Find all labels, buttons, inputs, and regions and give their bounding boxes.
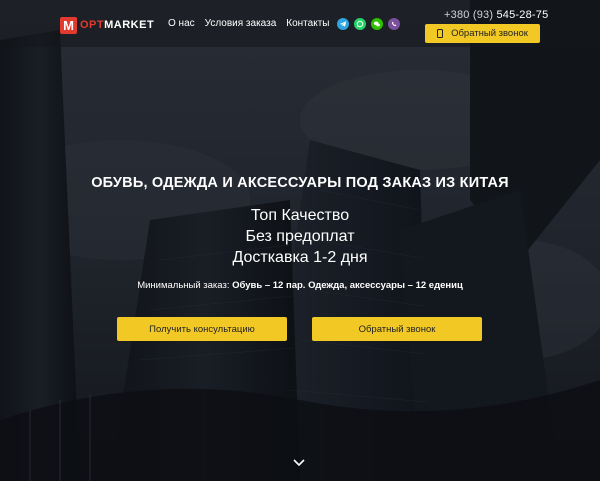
main-nav: О нас Условия заказа Контакты [168,18,329,29]
logo[interactable]: M OPTMARKET [60,16,154,34]
hero-benefits: Топ Качество Без предоплат Досткавка 1-2… [0,205,600,268]
get-consultation-button[interactable]: Получить консультацию [117,317,287,341]
telegram-icon[interactable] [337,18,349,30]
phone-digits: 545-28-75 [496,9,549,21]
wechat-icon[interactable] [371,18,383,30]
logo-mark: M [60,16,77,34]
logo-text-market: MARKET [104,19,155,31]
viber-icon[interactable] [388,18,400,30]
min-order-label: Минимальный заказ: [137,280,230,291]
hero-title: ОБУВЬ, ОДЕЖДА И АКСЕССУАРЫ ПОД ЗАКАЗ ИЗ … [91,175,509,191]
benefit-delivery: Досткавка 1-2 дня [232,249,368,266]
nav-link-about[interactable]: О нас [168,18,195,29]
header-callback-button[interactable]: Обратный звонок [425,24,540,43]
benefit-quality: Топ Качество [250,207,350,224]
phone-code: +380 (93) [444,9,494,21]
logo-text-opt: OPT [80,19,105,31]
mobile-phone-icon [437,29,444,38]
header-callback-label: Обратный звонок [451,28,528,39]
chevron-down-icon[interactable] [292,458,306,468]
min-order-text: Минимальный заказ: Обувь – 12 пар. Одежд… [0,280,600,291]
phone-number[interactable]: +380 (93) 545-28-75 [444,9,548,21]
logo-text: OPTMARKET [80,19,154,31]
hero-callback-button[interactable]: Обратный звонок [312,317,482,341]
site-header: M OPTMARKET О нас Условия заказа Контакт… [0,0,600,47]
nav-link-contacts[interactable]: Контакты [286,18,329,29]
benefit-no-prepayment: Без предоплат [245,228,355,245]
messenger-links [337,18,400,30]
whatsapp-icon[interactable] [354,18,366,30]
nav-link-order-terms[interactable]: Условия заказа [205,18,277,29]
min-order-value: Обувь – 12 пар. Одежда, аксессуары – 12 … [232,280,463,291]
